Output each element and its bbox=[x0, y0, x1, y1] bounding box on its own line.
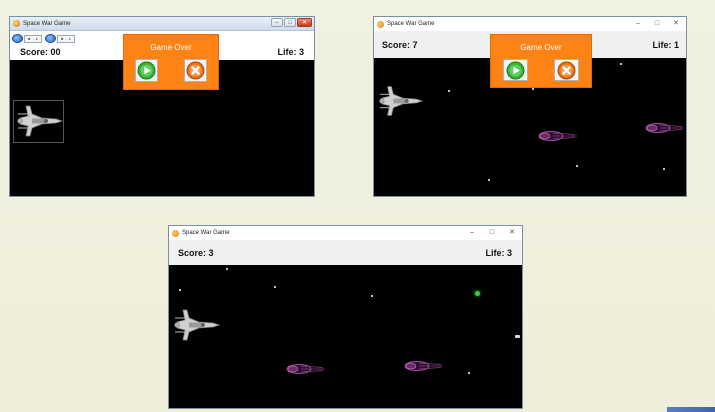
star-icon bbox=[576, 165, 578, 167]
score-value: 7 bbox=[412, 39, 418, 50]
star-icon bbox=[620, 63, 622, 65]
star-icon bbox=[448, 90, 450, 92]
player-spaceship-icon bbox=[174, 309, 220, 341]
taskbar-fragment bbox=[667, 407, 715, 412]
game-window-2: Space War Game – □ ✕ Score: 7 Life: 1 Ga… bbox=[373, 16, 687, 197]
game-field[interactable] bbox=[169, 265, 522, 408]
game-over-panel: Game Over bbox=[123, 34, 219, 90]
life-display: Life: 3 bbox=[277, 47, 304, 57]
score-value: 3 bbox=[208, 247, 214, 258]
quit-button[interactable] bbox=[184, 59, 207, 82]
player-spaceship-icon bbox=[378, 86, 423, 116]
maximize-button[interactable]: □ bbox=[284, 18, 296, 27]
enemy-ship-icon bbox=[286, 364, 326, 374]
score-header: Score: 3 Life: 3 bbox=[169, 240, 522, 265]
minimize-button[interactable]: – bbox=[464, 227, 480, 239]
title-bar[interactable]: Space War Game – □ ✕ bbox=[374, 17, 686, 31]
score-label: Score: bbox=[20, 46, 49, 57]
quit-button[interactable] bbox=[554, 59, 579, 81]
toolbar-slot: ■ ... ▸ bbox=[57, 34, 75, 43]
score-display: Score: 3 bbox=[178, 248, 214, 258]
maximize-button[interactable]: □ bbox=[649, 18, 665, 30]
game-over-title: Game Over bbox=[520, 43, 562, 52]
life-label: Life: bbox=[652, 39, 672, 50]
game-over-title: Game Over bbox=[150, 43, 192, 52]
toolbar-slot: ■ ... ▸ bbox=[24, 34, 42, 43]
life-value: 1 bbox=[673, 39, 679, 50]
star-icon bbox=[663, 168, 665, 170]
title-bar[interactable]: Space War Game – □ ✕ bbox=[10, 17, 314, 31]
toolbar-orb-icon bbox=[12, 34, 23, 43]
title-bar[interactable]: Space War Game – □ ✕ bbox=[169, 226, 522, 240]
life-display: Life: 1 bbox=[652, 40, 679, 50]
close-button[interactable]: ✕ bbox=[297, 18, 312, 27]
maximize-button[interactable]: □ bbox=[484, 227, 500, 239]
space-war-app-icon bbox=[172, 229, 179, 237]
life-label: Life: bbox=[277, 46, 297, 57]
enemy-ship-icon bbox=[538, 131, 578, 141]
life-label: Life: bbox=[485, 247, 505, 258]
life-value: 3 bbox=[506, 247, 512, 258]
star-icon bbox=[226, 268, 228, 270]
score-display: Score: 00 bbox=[20, 47, 61, 57]
bullet-icon bbox=[475, 291, 480, 296]
window-title: Space War Game bbox=[387, 21, 435, 27]
play-again-button[interactable] bbox=[135, 59, 158, 82]
enemy-ship-icon bbox=[404, 361, 444, 371]
star-icon bbox=[532, 88, 534, 90]
play-icon bbox=[137, 61, 156, 80]
star-icon bbox=[468, 372, 470, 374]
window-title: Space War Game bbox=[23, 20, 71, 27]
play-again-button[interactable] bbox=[503, 59, 528, 81]
toolbar-item-1[interactable]: ■ ... ▸ bbox=[12, 34, 42, 43]
game-over-panel: Game Over bbox=[490, 34, 592, 88]
bullet-icon bbox=[515, 335, 520, 338]
game-window-3: Space War Game – □ ✕ Score: 3 Life: 3 bbox=[168, 225, 523, 409]
toolbar-orb-icon bbox=[45, 34, 56, 43]
life-display: Life: 3 bbox=[485, 248, 512, 258]
star-icon bbox=[274, 286, 276, 288]
toolbar-item-2[interactable]: ■ ... ▸ bbox=[45, 34, 75, 43]
life-value: 3 bbox=[298, 46, 304, 57]
toolbar: ■ ... ▸ ■ ... ▸ bbox=[12, 34, 75, 43]
game-window-1: Space War Game – □ ✕ ■ ... ▸ ■ ... ▸ Sco… bbox=[9, 16, 315, 197]
close-icon bbox=[186, 61, 205, 80]
enemy-ship-icon bbox=[645, 123, 685, 133]
space-war-app-icon bbox=[13, 20, 20, 27]
score-label: Score: bbox=[178, 247, 207, 258]
player-spaceship-icon bbox=[17, 105, 63, 137]
minimize-button[interactable]: – bbox=[271, 18, 283, 27]
score-label: Score: bbox=[382, 39, 411, 50]
score-display: Score: 7 bbox=[382, 40, 418, 50]
star-icon bbox=[371, 295, 373, 297]
play-icon bbox=[506, 61, 525, 79]
star-icon bbox=[179, 289, 181, 291]
window-title: Space War Game bbox=[182, 230, 230, 236]
score-value: 00 bbox=[50, 46, 61, 57]
close-button[interactable]: ✕ bbox=[504, 227, 520, 239]
minimize-button[interactable]: – bbox=[630, 18, 646, 30]
close-button[interactable]: ✕ bbox=[668, 18, 684, 30]
close-icon bbox=[557, 60, 576, 80]
space-war-app-icon bbox=[377, 20, 384, 28]
star-icon bbox=[488, 179, 490, 181]
